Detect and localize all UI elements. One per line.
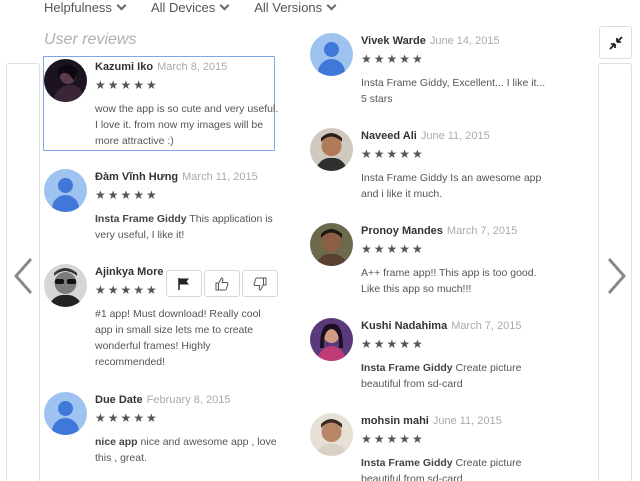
- collapse-icon: [608, 35, 623, 50]
- review-date: June 14, 2015: [429, 35, 500, 47]
- star-rating: ★★★★★: [361, 52, 425, 66]
- review-text: Insta Frame Giddy, Excellent... I like i…: [361, 77, 546, 105]
- review-author: Naveed Ali: [361, 130, 417, 142]
- chevron-down-icon: [116, 0, 127, 10]
- avatar: [44, 392, 87, 435]
- filter-label: Helpfulness: [44, 0, 112, 15]
- avatar: [44, 59, 87, 102]
- previous-button[interactable]: [12, 256, 34, 296]
- review-author: Vivek Warde: [361, 35, 426, 47]
- chevron-right-icon: [607, 258, 627, 294]
- avatar: [44, 264, 87, 307]
- thumbs-up-icon: [215, 276, 229, 290]
- flag-button[interactable]: [166, 270, 202, 297]
- star-rating: ★★★★★: [361, 147, 425, 161]
- review-date: March 8, 2015: [157, 61, 228, 73]
- review-actions: [166, 270, 278, 297]
- section-title: User reviews: [44, 31, 137, 48]
- star-rating: ★★★★★: [361, 432, 425, 446]
- review-author: mohsin mahi: [361, 415, 429, 427]
- thumbs-down-icon: [253, 277, 267, 291]
- review-author: Kushi Nadahima: [361, 320, 448, 332]
- review-date: March 7, 2015: [451, 320, 522, 332]
- star-rating: ★★★★★: [95, 78, 159, 92]
- star-rating: ★★★★★: [95, 188, 159, 202]
- review-date: June 11, 2015: [420, 130, 490, 142]
- review-text: #1 app! Must download! Really cool app i…: [95, 308, 261, 368]
- avatar: [310, 33, 353, 76]
- collapse-button[interactable]: [599, 26, 632, 59]
- review-date: March 11, 2015: [182, 171, 258, 183]
- review-text: A++ frame app!! This app is too good. Li…: [361, 267, 537, 295]
- review-text: Insta Frame Giddy Create picture beautif…: [361, 362, 522, 390]
- filter-label: All Versions: [254, 0, 323, 15]
- filter-label: All Devices: [150, 0, 216, 15]
- review-date: March 7, 2015: [446, 225, 518, 237]
- chevron-down-icon: [326, 0, 337, 10]
- review-author: Due Date: [95, 394, 143, 406]
- review-author: Kazumi Iko: [95, 61, 154, 73]
- chevron-down-icon: [219, 0, 230, 10]
- review-date: February 8, 2015: [146, 394, 231, 406]
- star-rating: ★★★★★: [361, 337, 425, 351]
- avatar: [310, 413, 353, 456]
- review-date: June 11, 2015: [432, 415, 502, 427]
- avatar: [310, 223, 353, 266]
- avatar: [310, 318, 353, 361]
- filter-devices[interactable]: All Devices: [150, 0, 230, 17]
- avatar: [44, 169, 87, 212]
- chevron-left-icon: [13, 258, 33, 294]
- thumbs-up-button[interactable]: [204, 270, 240, 297]
- filter-bar: Helpfulness All Devices All Versions: [44, 0, 337, 17]
- next-button[interactable]: [606, 256, 628, 296]
- star-rating: ★★★★★: [361, 242, 425, 256]
- review-text: Insta Frame Giddy Is an awesome app and …: [361, 172, 542, 200]
- review-text: Insta Frame Giddy Create picture beautif…: [361, 457, 522, 481]
- filter-versions[interactable]: All Versions: [254, 0, 337, 17]
- star-rating: ★★★★★: [95, 411, 159, 425]
- flag-icon: [178, 277, 189, 290]
- review-text: wow the app is so cute and very useful. …: [95, 103, 279, 147]
- review-text: Insta Frame Giddy This application is ve…: [95, 213, 273, 241]
- thumbs-down-button[interactable]: [242, 270, 278, 297]
- review-author: Pronoy Mandes: [361, 225, 443, 237]
- filter-helpfulness[interactable]: Helpfulness: [44, 0, 127, 17]
- review-author: Ajinkya More: [95, 266, 164, 278]
- avatar: [310, 128, 353, 171]
- review-author: Đàm Vĩnh Hưng: [95, 171, 179, 183]
- review-text: nice app nice and awesome app , love thi…: [95, 436, 277, 464]
